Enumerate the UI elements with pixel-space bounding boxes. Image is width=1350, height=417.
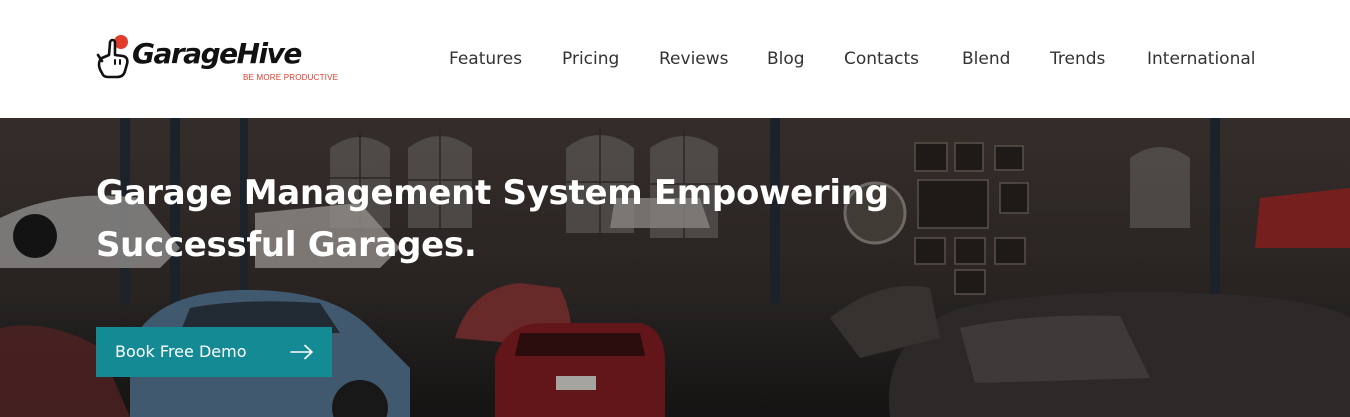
nav-item-international[interactable]: International: [1147, 48, 1256, 70]
hero-banner: Garage Management System Empowering Succ…: [0, 118, 1350, 417]
nav-item-blog[interactable]: Blog: [767, 48, 805, 70]
cta-label: Book Free Demo: [115, 342, 247, 361]
nav-item-features[interactable]: Features: [449, 48, 522, 70]
arrow-right-icon: [290, 344, 313, 360]
site-header: GarageHive BE MORE PRODUCTIVE Features P…: [0, 0, 1350, 118]
book-free-demo-button[interactable]: Book Free Demo: [96, 327, 332, 377]
nav-item-reviews[interactable]: Reviews: [659, 48, 729, 70]
nav-item-trends[interactable]: Trends: [1050, 48, 1105, 70]
brand-tagline: BE MORE PRODUCTIVE: [243, 73, 339, 82]
nav-item-blend[interactable]: Blend: [962, 48, 1010, 70]
main-nav: Features Pricing Reviews Blog Contacts B…: [0, 48, 1350, 72]
hero-title: Garage Management System Empowering Succ…: [96, 173, 889, 265]
nav-item-contacts[interactable]: Contacts: [844, 48, 919, 70]
nav-item-pricing[interactable]: Pricing: [562, 48, 619, 70]
